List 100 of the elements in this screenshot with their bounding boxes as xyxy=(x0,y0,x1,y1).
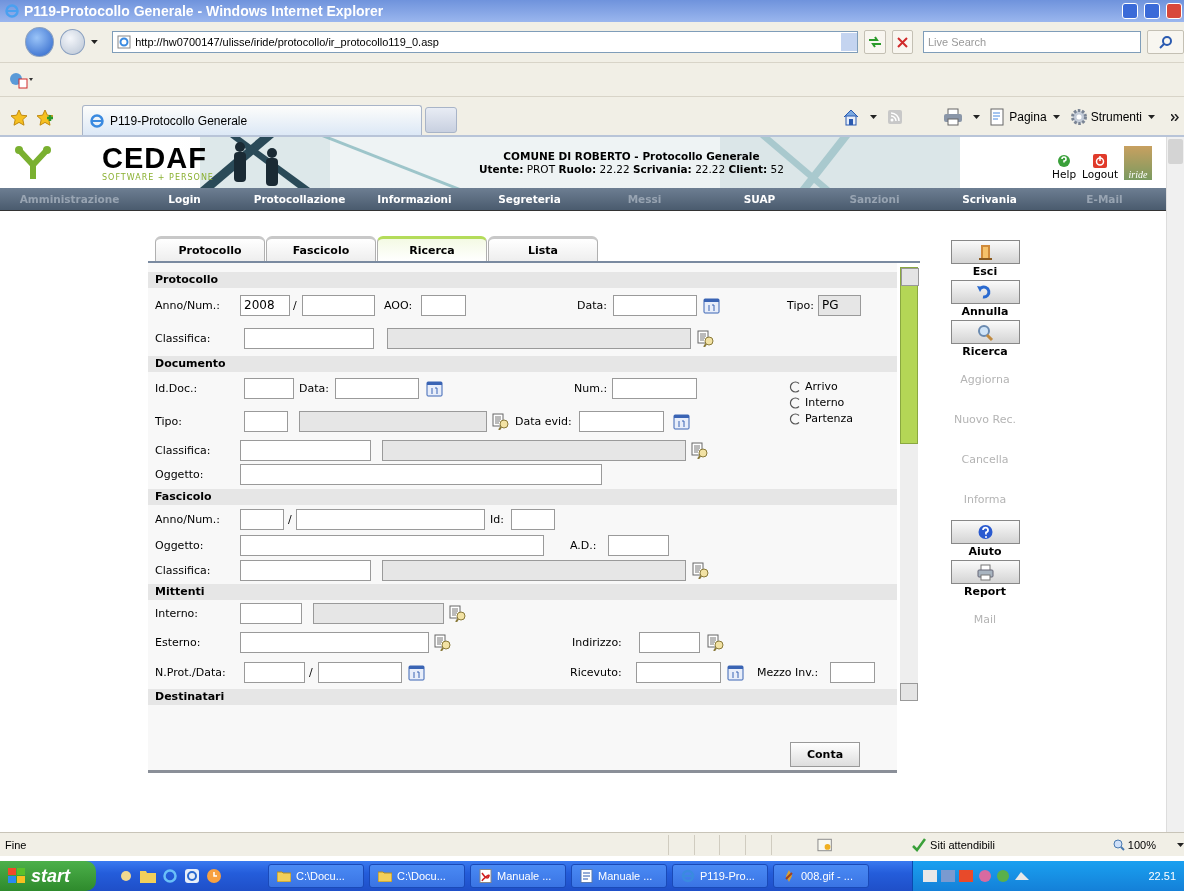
maximize-button[interactable] xyxy=(1144,3,1160,19)
forward-button[interactable] xyxy=(60,29,86,55)
caret-icon[interactable] xyxy=(973,115,981,119)
page-scrollbar[interactable] xyxy=(1166,137,1184,832)
clock-icon[interactable] xyxy=(206,868,222,884)
taskbar-button[interactable]: 008.gif - ... xyxy=(773,864,869,888)
caret-icon[interactable] xyxy=(1148,115,1155,119)
folder-icon[interactable] xyxy=(140,868,156,884)
text-field[interactable] xyxy=(608,535,669,556)
caret-icon[interactable] xyxy=(870,115,878,119)
undo-button[interactable] xyxy=(950,280,1020,304)
text-field[interactable] xyxy=(244,378,294,399)
text-field[interactable] xyxy=(240,535,544,556)
exit-button[interactable] xyxy=(950,240,1020,264)
taskbar-button[interactable]: Manuale ... xyxy=(470,864,566,888)
menu-item[interactable]: Informazioni xyxy=(357,193,472,205)
taskbar-button[interactable]: P119-Pro... xyxy=(672,864,768,888)
address-field[interactable]: http://hw0700147/ulisse/iride/protocollo/ir_protocollo119_0.asp xyxy=(112,31,859,53)
start-button[interactable]: start xyxy=(0,861,96,891)
radio-option[interactable]: Arrivo xyxy=(789,380,853,393)
report-button[interactable] xyxy=(950,560,1020,584)
text-field[interactable] xyxy=(244,327,374,349)
text-field[interactable] xyxy=(244,411,288,432)
text-field[interactable] xyxy=(240,603,302,624)
readonly-field[interactable] xyxy=(382,439,686,461)
text-field[interactable] xyxy=(579,411,664,432)
logout-link[interactable]: Logout xyxy=(1082,153,1118,180)
taskbar-button[interactable]: C:\Docu... xyxy=(268,864,364,888)
calendar-icon[interactable] xyxy=(727,664,744,681)
count-button[interactable]: Conta xyxy=(790,742,860,767)
text-field[interactable] xyxy=(612,378,697,399)
lookup-icon[interactable] xyxy=(434,634,451,651)
home-icon[interactable] xyxy=(842,108,861,126)
help-button[interactable] xyxy=(950,520,1020,544)
refresh-button[interactable] xyxy=(864,30,886,54)
add-favorite-icon[interactable] xyxy=(36,109,54,127)
text-field[interactable] xyxy=(639,632,700,653)
calendar-icon[interactable] xyxy=(673,413,690,430)
text-field[interactable] xyxy=(296,508,485,530)
menu-item[interactable]: SUAP xyxy=(702,193,817,205)
taskbar-button[interactable]: Manuale ... xyxy=(571,864,667,888)
text-field[interactable] xyxy=(240,508,284,530)
radio-option[interactable]: Partenza xyxy=(789,412,853,425)
text-field[interactable] xyxy=(302,294,375,316)
calendar-icon[interactable] xyxy=(703,296,720,314)
radio-icon[interactable] xyxy=(789,396,801,409)
text-field[interactable] xyxy=(830,662,875,683)
menu-item[interactable]: Scrivania xyxy=(932,193,1047,205)
text-field[interactable] xyxy=(240,464,602,485)
text-field[interactable] xyxy=(240,439,371,461)
scrollbar[interactable] xyxy=(900,267,918,701)
form-tab[interactable]: Fascicolo xyxy=(266,236,376,261)
security-zone[interactable]: Siti attendibili xyxy=(912,837,1103,852)
text-field[interactable] xyxy=(318,662,402,683)
caret-icon[interactable] xyxy=(1052,115,1060,119)
globe-icon[interactable] xyxy=(8,70,34,89)
browser-tab[interactable]: P119-Protocollo Generale xyxy=(82,105,422,135)
minimize-button[interactable] xyxy=(1122,3,1138,19)
dropdown-button[interactable] xyxy=(841,33,858,51)
text-field[interactable] xyxy=(240,559,371,581)
command-menu[interactable]: Pagina xyxy=(990,108,1060,126)
zoom-level[interactable]: 100% xyxy=(1112,838,1184,851)
text-field[interactable] xyxy=(421,294,466,316)
lookup-icon[interactable] xyxy=(449,605,466,622)
readonly-field[interactable] xyxy=(313,603,444,624)
close-button[interactable] xyxy=(1166,3,1182,19)
text-field[interactable] xyxy=(335,378,419,399)
text-field[interactable] xyxy=(511,508,555,530)
text-field[interactable] xyxy=(636,662,721,683)
readonly-field[interactable] xyxy=(387,327,691,349)
menu-item[interactable]: Protocollazione xyxy=(242,193,357,205)
radio-icon[interactable] xyxy=(789,412,801,425)
text-field[interactable] xyxy=(240,632,429,653)
lookup-icon[interactable] xyxy=(707,634,724,651)
text-field[interactable] xyxy=(244,662,305,683)
lookup-icon[interactable] xyxy=(492,413,509,430)
taskbar-button[interactable]: C:\Docu... xyxy=(369,864,465,888)
form-tab[interactable]: Lista xyxy=(488,236,598,261)
readonly-field[interactable] xyxy=(299,411,487,432)
form-tab[interactable]: Protocollo xyxy=(155,236,265,261)
command-menu[interactable]: Strumenti xyxy=(1069,108,1155,126)
calendar-icon[interactable] xyxy=(408,664,425,681)
browser-icon[interactable] xyxy=(162,868,178,884)
menu-item[interactable]: Segreteria xyxy=(472,193,587,205)
more-icon[interactable] xyxy=(1171,113,1180,121)
menu-item[interactable]: Login xyxy=(127,193,242,205)
back-button[interactable] xyxy=(25,27,55,57)
browser-icon[interactable] xyxy=(184,868,200,884)
text-field[interactable] xyxy=(613,294,697,316)
lookup-icon[interactable] xyxy=(692,561,709,579)
form-tab[interactable]: Ricerca xyxy=(377,236,487,261)
readonly-field[interactable]: PG xyxy=(818,294,861,316)
lookup-icon[interactable] xyxy=(691,441,708,459)
search-button[interactable] xyxy=(1147,30,1184,54)
stop-button[interactable] xyxy=(891,30,913,54)
scroll-up-button[interactable] xyxy=(901,268,919,286)
printer-icon[interactable] xyxy=(943,108,964,126)
new-tab-button[interactable] xyxy=(425,107,457,133)
radio-option[interactable]: Interno xyxy=(789,396,853,409)
help-link[interactable]: Help xyxy=(1052,153,1077,180)
